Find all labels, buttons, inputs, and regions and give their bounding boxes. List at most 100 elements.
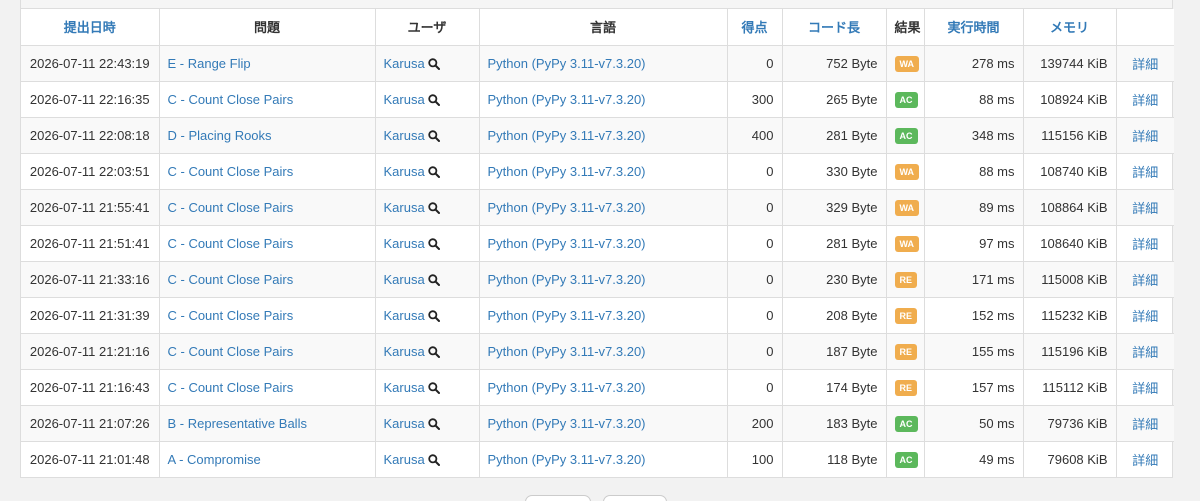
header-submitted[interactable]: 提出日時 [21, 9, 160, 46]
code-length-cell: 330 Byte [782, 153, 887, 190]
submitted-time: 2026-07-11 21:21:16 [21, 333, 160, 370]
user-link[interactable]: Karusa [384, 452, 425, 467]
exec-time-value: 171 ms [971, 271, 1015, 287]
search-icon[interactable] [428, 274, 440, 287]
pagination-button[interactable] [603, 495, 667, 501]
user-link[interactable]: Karusa [384, 272, 425, 287]
memory-cell: 115156 KiB [1023, 117, 1117, 154]
header-score[interactable]: 得点 [727, 9, 783, 46]
problem-link[interactable]: C - Count Close Pairs [168, 308, 294, 323]
search-icon[interactable] [428, 454, 440, 467]
status-badge: RE [894, 379, 918, 396]
language-cell: Python (PyPy 3.11-v7.3.20) [479, 189, 728, 226]
search-icon[interactable] [428, 382, 440, 395]
pagination-button[interactable] [525, 495, 591, 501]
detail-cell: 詳細 [1116, 297, 1174, 334]
language-link[interactable]: Python (PyPy 3.11-v7.3.20) [488, 344, 646, 359]
memory-cell: 115196 KiB [1023, 333, 1117, 370]
code-length-cell: 174 Byte [782, 369, 887, 406]
score-value: 100 [751, 451, 774, 467]
user-link[interactable]: Karusa [384, 380, 425, 395]
exec-time-cell: 155 ms [924, 333, 1024, 370]
header-exec-time[interactable]: 実行時間 [924, 9, 1024, 46]
detail-link[interactable]: 詳細 [1132, 273, 1158, 288]
code-length-cell: 265 Byte [782, 81, 887, 118]
problem-link[interactable]: C - Count Close Pairs [168, 92, 294, 107]
submitted-time-text: 2026-07-11 21:16:43 [29, 379, 150, 395]
status-badge: WA [894, 235, 919, 252]
language-cell: Python (PyPy 3.11-v7.3.20) [479, 45, 728, 82]
detail-link[interactable]: 詳細 [1132, 129, 1158, 144]
user-link[interactable]: Karusa [384, 92, 425, 107]
detail-link[interactable]: 詳細 [1132, 57, 1158, 72]
search-icon[interactable] [428, 418, 440, 431]
search-icon[interactable] [428, 58, 440, 71]
language-link[interactable]: Python (PyPy 3.11-v7.3.20) [488, 272, 646, 287]
table-row: 2026-07-11 21:55:41 C - Count Close Pairs… [21, 189, 1174, 226]
detail-link[interactable]: 詳細 [1132, 201, 1158, 216]
result-cell: AC [886, 441, 925, 477]
exec-time-cell: 152 ms [924, 297, 1024, 334]
user-link[interactable]: Karusa [384, 200, 425, 215]
search-icon[interactable] [428, 94, 440, 107]
language-link[interactable]: Python (PyPy 3.11-v7.3.20) [488, 164, 646, 179]
problem-link[interactable]: C - Count Close Pairs [168, 380, 294, 395]
exec-time-value: 88 ms [979, 163, 1015, 179]
language-link[interactable]: Python (PyPy 3.11-v7.3.20) [488, 92, 646, 107]
detail-link[interactable]: 詳細 [1132, 381, 1158, 396]
user-link[interactable]: Karusa [384, 164, 425, 179]
user-link[interactable]: Karusa [384, 56, 425, 71]
detail-link[interactable]: 詳細 [1132, 309, 1158, 324]
user-link[interactable]: Karusa [384, 416, 425, 431]
search-icon[interactable] [428, 310, 440, 323]
user-cell: Karusa [375, 369, 480, 406]
code-length-value: 752 Byte [826, 55, 878, 71]
search-icon[interactable] [428, 202, 440, 215]
detail-cell: 詳細 [1116, 45, 1174, 82]
problem-link[interactable]: B - Representative Balls [168, 416, 307, 431]
problem-link[interactable]: C - Count Close Pairs [168, 272, 294, 287]
search-icon[interactable] [428, 238, 440, 251]
memory-cell: 115232 KiB [1023, 297, 1117, 334]
problem-link[interactable]: C - Count Close Pairs [168, 200, 294, 215]
detail-link[interactable]: 詳細 [1132, 453, 1158, 468]
header-code-length[interactable]: コード長 [782, 9, 887, 46]
memory-cell: 115008 KiB [1023, 261, 1117, 298]
detail-link[interactable]: 詳細 [1132, 237, 1158, 252]
language-link[interactable]: Python (PyPy 3.11-v7.3.20) [488, 128, 646, 143]
language-link[interactable]: Python (PyPy 3.11-v7.3.20) [488, 56, 646, 71]
language-link[interactable]: Python (PyPy 3.11-v7.3.20) [488, 200, 646, 215]
search-icon[interactable] [428, 346, 440, 359]
detail-link[interactable]: 詳細 [1132, 345, 1158, 360]
memory-value: 115232 KiB [1041, 307, 1108, 323]
user-cell: Karusa [375, 81, 480, 118]
search-icon[interactable] [428, 130, 440, 143]
language-link[interactable]: Python (PyPy 3.11-v7.3.20) [488, 416, 646, 431]
memory-value: 79608 KiB [1047, 451, 1108, 467]
detail-link[interactable]: 詳細 [1132, 165, 1158, 180]
search-icon[interactable] [428, 166, 440, 179]
user-link[interactable]: Karusa [384, 344, 425, 359]
user-link[interactable]: Karusa [384, 236, 425, 251]
detail-cell: 詳細 [1116, 189, 1174, 226]
problem-link[interactable]: C - Count Close Pairs [168, 164, 294, 179]
problem-link[interactable]: A - Compromise [168, 452, 261, 467]
problem-link[interactable]: C - Count Close Pairs [168, 236, 294, 251]
memory-value: 108640 KiB [1040, 235, 1108, 251]
exec-time-cell: 278 ms [924, 45, 1024, 82]
user-cell: Karusa [375, 117, 480, 154]
language-link[interactable]: Python (PyPy 3.11-v7.3.20) [488, 452, 646, 467]
detail-link[interactable]: 詳細 [1132, 417, 1158, 432]
language-link[interactable]: Python (PyPy 3.11-v7.3.20) [488, 236, 646, 251]
language-link[interactable]: Python (PyPy 3.11-v7.3.20) [488, 308, 646, 323]
detail-link[interactable]: 詳細 [1132, 93, 1158, 108]
user-link[interactable]: Karusa [384, 128, 425, 143]
header-memory[interactable]: メモリ [1023, 9, 1117, 46]
user-link[interactable]: Karusa [384, 308, 425, 323]
problem-link[interactable]: E - Range Flip [168, 56, 251, 71]
problem-link[interactable]: C - Count Close Pairs [168, 344, 294, 359]
table-row: 2026-07-11 21:16:43 C - Count Close Pairs… [21, 369, 1174, 406]
problem-link[interactable]: D - Placing Rooks [168, 128, 272, 143]
problem-cell: D - Placing Rooks [159, 117, 376, 154]
language-link[interactable]: Python (PyPy 3.11-v7.3.20) [488, 380, 646, 395]
